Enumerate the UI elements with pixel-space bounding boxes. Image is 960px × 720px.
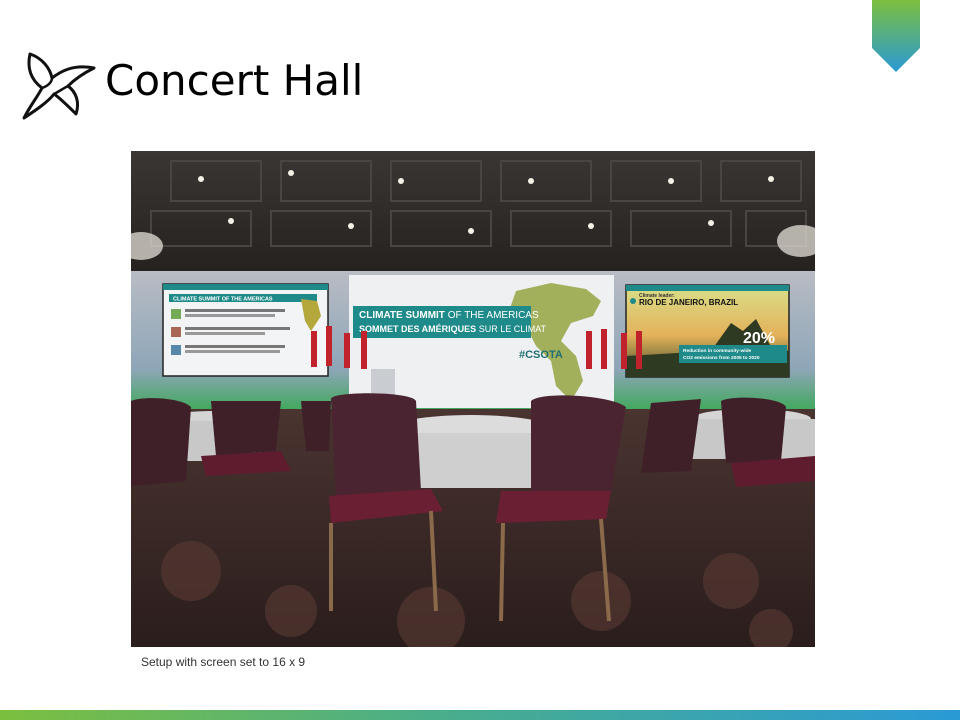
footer-gradient-bar [0,710,960,720]
svg-text:Reduction in community-wide: Reduction in community-wide [683,348,752,354]
svg-text:CLIMATE SUMMIT OF THE AMERICAS: CLIMATE SUMMIT OF THE AMERICAS [173,297,273,303]
corner-tab-icon [872,0,920,72]
right-screen: Climate leader: RIO DE JANEIRO, BRAZIL 2… [625,284,790,378]
svg-text:SOMMET DES AMÉRIQUES S: SOMMET DES AMÉRIQUES SUR LE CLIMAT [359,324,547,334]
concert-hall-photo: CLIMATE SUMMIT OF THE AMERICAS CLIMATE S… [131,151,815,647]
podium [371,369,395,397]
svg-text:#CSOTA: #CSOTA [519,349,563,361]
photo-caption: Setup with screen set to 16 x 9 [141,655,306,669]
trillium-logo-icon [20,48,98,124]
page-title: Concert Hall [105,56,364,105]
svg-text:RIO DE JANEIRO, BRAZIL: RIO DE JANEIRO, BRAZIL [639,298,738,307]
svg-text:CLIMATE SUMMIT OF THE: CLIMATE SUMMIT OF THE AMERICAS [359,310,539,321]
svg-text:20%: 20% [743,330,775,347]
left-screen: CLIMATE SUMMIT OF THE AMERICAS [162,283,329,377]
svg-text:CO2 emissions from 2005 to 202: CO2 emissions from 2005 to 2020 [683,355,760,361]
